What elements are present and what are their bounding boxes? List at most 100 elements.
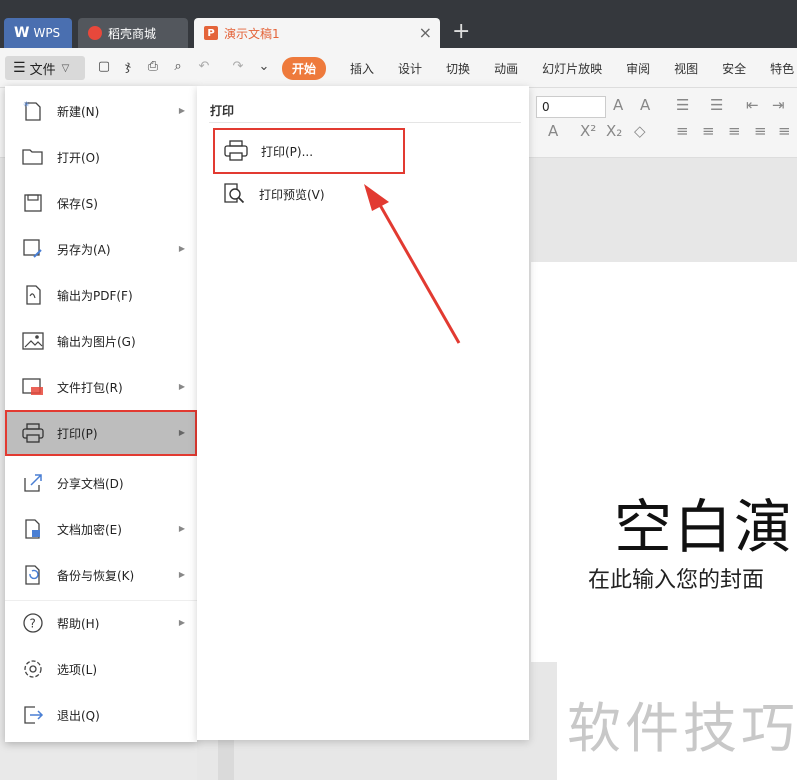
slide-thumbnail-strip [218, 740, 234, 780]
menu-item-open[interactable]: 打开(O) [5, 134, 197, 180]
menu-item-share-label: 分享文档(D) [57, 476, 124, 491]
tab-transition[interactable]: 切换 [446, 60, 470, 77]
align-center-icon[interactable]: ≡ [702, 122, 715, 140]
file-menu: ✳ 新建(N) ▶ 打开(O) 保存(S) 另存为(A) ▶ 输出为PDF(F)… [5, 86, 197, 742]
menu-item-encrypt-label: 文档加密(E) [57, 522, 122, 537]
menu-item-open-label: 打开(O) [57, 150, 100, 165]
tab-wps-label: WPS [33, 26, 61, 40]
fire-icon [88, 26, 102, 40]
menu-item-encrypt[interactable]: 文档加密(E) ▶ [5, 506, 197, 552]
clear-format-icon[interactable]: ◇ [634, 122, 646, 140]
font-color-icon[interactable]: A [548, 122, 558, 140]
tab-slideshow[interactable]: 幻灯片放映 [542, 60, 602, 77]
folder-open-icon [22, 146, 44, 168]
submenu-arrow-icon: ▶ [178, 382, 185, 391]
hamburger-icon: ☰ [13, 60, 26, 76]
menu-item-package[interactable]: 文件打包(R) ▶ [5, 364, 197, 410]
tab-security[interactable]: 安全 [722, 60, 746, 77]
submenu-arrow-icon: ▶ [178, 244, 185, 253]
export-image-icon [22, 330, 44, 352]
tab-animation[interactable]: 动画 [494, 60, 518, 77]
export-pdf-icon [22, 284, 44, 306]
undo-icon[interactable]: ↶ [196, 59, 212, 75]
format-painter-icon[interactable]: ჯ [120, 59, 136, 75]
header-divider [209, 122, 521, 123]
wps-logo-icon: W [14, 25, 30, 41]
menu-item-new-label: 新建(N) [57, 104, 100, 119]
file-menu-label: 文件 [29, 62, 56, 78]
svg-text:✳: ✳ [23, 100, 30, 109]
menu-item-export-pdf[interactable]: 输出为PDF(F) [5, 272, 197, 318]
slide-1[interactable] [531, 262, 797, 662]
increase-font-icon[interactable]: A [613, 96, 623, 114]
align-left-icon[interactable]: ≡ [676, 122, 689, 140]
quick-print-icon[interactable]: ⎙ [145, 59, 161, 75]
tab-review[interactable]: 审阅 [626, 60, 650, 77]
encrypt-icon [22, 518, 44, 540]
redo-icon[interactable]: ↷ [230, 59, 246, 75]
menu-item-help-label: 帮助(H) [57, 616, 100, 631]
menu-item-exit-label: 退出(Q) [57, 708, 100, 723]
print-preview-button[interactable]: 打印预览(V) [213, 174, 513, 214]
subscript-icon[interactable]: X₂ [606, 122, 622, 140]
numbered-list-icon[interactable]: ☰ [710, 96, 723, 114]
decrease-font-icon[interactable]: A [640, 96, 650, 114]
save-icon [22, 192, 44, 214]
menu-item-export-image-label: 输出为图片(G) [57, 334, 136, 349]
quick-preview-icon[interactable]: ⌕ [170, 59, 186, 75]
backup-icon [22, 564, 44, 586]
tab-insert[interactable]: 插入 [350, 60, 374, 77]
menu-item-save[interactable]: 保存(S) [5, 180, 197, 226]
menu-item-export-image[interactable]: 输出为图片(G) [5, 318, 197, 364]
close-tab-icon[interactable]: × [419, 25, 432, 41]
tab-wps[interactable]: W WPS [4, 18, 72, 48]
slide-subtitle[interactable]: 在此输入您的封面 [588, 562, 764, 594]
tab-home[interactable]: 开始 [282, 57, 327, 80]
bullet-list-icon[interactable]: ☰ [676, 96, 689, 114]
more-options-icon[interactable]: ⌄ [256, 59, 272, 75]
tab-features[interactable]: 特色 [770, 60, 794, 77]
justify-icon[interactable]: ≡ [754, 122, 767, 140]
save-as-icon [22, 238, 44, 260]
exit-icon [22, 704, 44, 726]
font-size-field[interactable]: 0 [536, 96, 606, 118]
tab-store-label: 稻壳商城 [108, 26, 157, 41]
print-button-label: 打印(P)... [261, 144, 314, 159]
decrease-indent-icon[interactable]: ⇤ [746, 96, 759, 114]
settings-icon [22, 658, 44, 680]
ribbon-tabs: 开始 插入 设计 切换 动画 幻灯片放映 审阅 视图 安全 特色 [282, 57, 797, 80]
tab-document[interactable]: P 演示文稿1 × [194, 18, 440, 48]
submenu-arrow-icon: ▶ [178, 106, 185, 115]
quick-save-icon[interactable]: ▢ [96, 59, 112, 75]
menu-item-new[interactable]: ✳ 新建(N) ▶ [5, 88, 197, 134]
package-icon [22, 376, 44, 398]
tab-store[interactable]: 稻壳商城 [78, 18, 188, 48]
svg-text:?: ? [30, 617, 36, 631]
help-icon: ? [22, 612, 44, 634]
menu-item-print[interactable]: 打印(P) ▶ [5, 410, 197, 456]
superscript-icon[interactable]: X² [580, 122, 596, 140]
submenu-arrow-icon: ▶ [178, 524, 185, 533]
tab-view[interactable]: 视图 [674, 60, 698, 77]
watermark-text: 软件技巧 [567, 697, 797, 760]
presentation-icon: P [204, 26, 218, 40]
submenu-arrow-icon: ▶ [178, 618, 185, 627]
share-icon [22, 472, 44, 494]
print-button[interactable]: 打印(P)... [213, 128, 405, 174]
print-submenu: 打印 打印(P)... 打印预览(V) [197, 86, 529, 740]
menu-item-save-as[interactable]: 另存为(A) ▶ [5, 226, 197, 272]
menu-item-help[interactable]: ? 帮助(H) ▶ [5, 600, 197, 646]
distribute-icon[interactable]: ≡ [778, 122, 791, 140]
new-file-icon: ✳ [22, 100, 44, 122]
submenu-arrow-icon: ▶ [178, 570, 185, 579]
slide-title[interactable]: 空白演 [614, 480, 794, 564]
increase-indent-icon[interactable]: ⇥ [772, 96, 785, 114]
tab-design[interactable]: 设计 [398, 60, 422, 77]
menu-item-options[interactable]: 选项(L) [5, 646, 197, 692]
menu-item-exit[interactable]: 退出(Q) [5, 692, 197, 738]
new-tab-icon[interactable]: + [452, 20, 470, 44]
align-right-icon[interactable]: ≡ [728, 122, 741, 140]
menu-item-backup[interactable]: 备份与恢复(K) ▶ [5, 552, 197, 598]
file-menu-button[interactable]: ☰ 文件 ▽ [5, 56, 85, 80]
menu-item-share[interactable]: 分享文档(D) [5, 460, 197, 506]
